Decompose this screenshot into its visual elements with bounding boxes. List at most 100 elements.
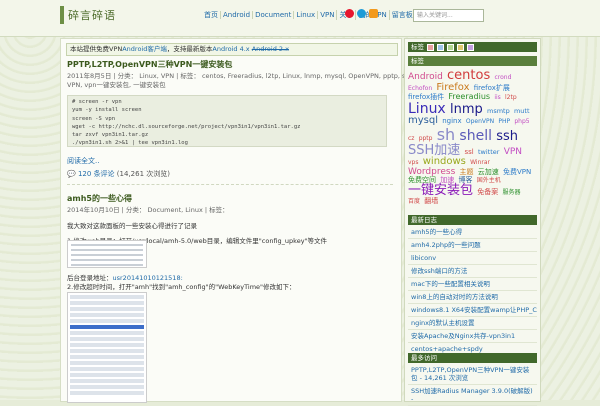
tag-link[interactable]: ssl [465,148,474,156]
color-swatch-icon[interactable] [427,43,435,51]
tag-link[interactable]: PHP [498,118,510,125]
tag-link[interactable]: pptp [419,135,433,142]
tag-link[interactable]: iis [494,94,500,101]
color-swatch-icon[interactable] [437,43,445,51]
notice-link-android2[interactable]: Android 2.x [252,45,289,53]
code-line: ./vpn3in1.sh 2>&1 | tee vpn3in1.log [72,140,188,147]
tag-link[interactable]: 服务器 [502,189,520,196]
tag-link[interactable]: mysql [408,115,438,126]
search-input[interactable]: 输入关键词... [413,9,484,22]
tag-link[interactable]: Winrar [470,159,490,166]
tag-link[interactable]: twitter [478,148,499,156]
latest-post-link[interactable]: win8上的自动对时的方法说明 [408,291,537,304]
screenshot-thumb[interactable] [67,292,147,403]
post-title[interactable]: PPTP,L2TP,OpenVPN三种VPN一键安装包 [67,59,232,70]
tag-link[interactable]: shell [459,128,492,144]
latest-post-link[interactable]: libiconv [408,252,537,265]
nav-linux[interactable]: Linux [293,11,317,19]
latest-post-link[interactable]: amh4.2php的一些问题 [408,239,537,252]
latest-post-link[interactable]: amh5的一些心得 [408,226,537,239]
tag-link[interactable]: l2tp [505,94,517,101]
screenshot-thumb[interactable] [67,240,147,268]
tag-link[interactable]: windows [423,156,466,167]
tag-link[interactable]: ssh [496,129,518,144]
tag-cloud-heading: 标签 [411,43,424,51]
site-title[interactable]: 碎言碎语 [68,7,116,23]
post-text: 我大致对这款面板的一些安装心得进行了记录 [67,222,197,230]
popular-posts-title: 最多访问 [408,353,537,363]
tag-link[interactable]: 免备案 [477,188,498,196]
tag-link[interactable]: Freeradius [448,92,490,101]
color-swatch-icon[interactable] [447,43,455,51]
tag-cloud-title: 标签 [408,42,537,52]
site-header: 碎言碎语 首页 Android Document Linux VPN 关于 我的… [0,0,600,37]
code-line: # screen -r vpn [72,99,122,105]
latest-post-link[interactable]: 修改ssh端口的方法 [408,265,537,278]
popular-post-link[interactable]: SSH加速Radius Manager 3.9.0(破解版) - [408,385,537,406]
tag-link[interactable]: OpenVPN [466,118,494,125]
tag-link[interactable]: firefox扩展 [474,84,510,92]
tag-link[interactable]: php5 [514,118,529,125]
tag-link[interactable]: lnmp [450,102,483,117]
nav-home[interactable]: 首页 [202,10,220,20]
tag-link[interactable]: 翻墙 [424,197,438,205]
post-meta: 2011年8月5日 | 分类： Linux, VPN | 标签： centos,… [67,72,431,80]
color-swatch-icon[interactable] [467,43,475,51]
code-line: wget -c http://nchc.dl.sourceforge.net/p… [72,123,301,130]
nav-vpn[interactable]: VPN [317,11,336,19]
read-more-link[interactable]: 阅读全文.. [67,156,99,166]
comment-count[interactable]: 120 [78,170,91,178]
divider [67,184,393,185]
tag-link[interactable]: crond [494,74,511,81]
notice-link-android[interactable]: Android客户端 [122,45,167,53]
sidebar: 标签 标签 Android centos crond Echofon Firef… [404,38,541,406]
color-swatch-icon[interactable] [457,43,465,51]
main-nav: 首页 Android Document Linux VPN 关于 我的VPN 留… [202,10,415,20]
qq-icon[interactable] [357,9,366,18]
post-text: 2.修改超时时间，打开"amh"找到"amh_config"的"WebKeyTi… [67,283,296,291]
tag-link[interactable]: Echofon [408,85,432,92]
notice-bar: 本站提供免费VPNAndroid客户端，支持最新版本Android 4.x An… [66,43,398,56]
latest-post-link[interactable]: nginx的默认主机设置 [408,317,537,330]
tag-link[interactable]: centos [447,68,490,83]
weibo-icon[interactable] [345,9,354,18]
tag-link[interactable]: msmtp [487,107,510,115]
tag-cloud: Android centos crond Echofon Firefox fir… [408,69,537,205]
main-content: 本站提供免费VPNAndroid客户端，支持最新版本Android 4.x An… [60,38,431,403]
notice-link-android4[interactable]: Android 4.x [212,45,249,53]
latest-post-link[interactable]: mac下的一些配置相关说明 [408,278,537,291]
post-title[interactable]: amh5的一些心得 [67,193,132,204]
nav-guestbook[interactable]: 留言板 [388,10,415,20]
tag-link[interactable]: firefox插件 [408,93,444,101]
tag-link[interactable]: 国外主机 [477,177,501,184]
tag-link[interactable]: mutt [514,107,530,115]
tag-link[interactable]: 百度 [408,198,420,205]
tag-link[interactable]: 免费VPN [503,168,531,176]
notice-mid: ，支持最新版本 [166,45,213,53]
view-count: (14,261 次浏览) [116,170,170,178]
latest-posts-list: amh5的一些心得 amh4.2php的一些问题 libiconv 修改ssh端口的方… [408,226,537,356]
tag-link[interactable]: 主题 [460,168,474,176]
tag-link[interactable]: Linux [408,101,446,117]
tag-link[interactable]: vps [408,159,419,166]
tag-link[interactable]: VPN [504,147,522,157]
logo-bar [60,6,64,24]
latest-post-link[interactable]: 安装Apache及Nginx共存-vpn3in1 [408,330,537,343]
nav-android[interactable]: Android [220,11,252,19]
tag-link[interactable]: Firefox [436,82,469,93]
post-meta: 2014年10月10日 | 分类： Document, Linux | 标签： [67,206,229,214]
popular-post-link[interactable]: PPTP,L2TP,OpenVPN三种VPN一键安装包 - 14,261 次浏览 [408,364,537,385]
latest-post-link[interactable]: windows8.1 X64安装配置wamp让PHP_Curl可用 [408,304,537,317]
code-line: yum -y install screen [72,107,142,114]
tag-link[interactable]: 一键安装包 [408,183,473,198]
code-line: tar zxvf vpn3in1.tar.gz [72,132,149,139]
post-meta-tags: VPN, vpn一键安装包, 一键安装包 [67,81,166,89]
comment-icon: 💬 [67,170,76,178]
nav-document[interactable]: Document [252,11,293,19]
tag-link[interactable]: sh [437,125,455,144]
tag-link[interactable]: Android [408,72,443,82]
tag-link[interactable]: 云加速 [478,168,499,176]
comment-label[interactable]: 条评论 [94,170,115,178]
rss-icon[interactable] [369,9,378,18]
tag-link[interactable]: cz [408,135,414,142]
